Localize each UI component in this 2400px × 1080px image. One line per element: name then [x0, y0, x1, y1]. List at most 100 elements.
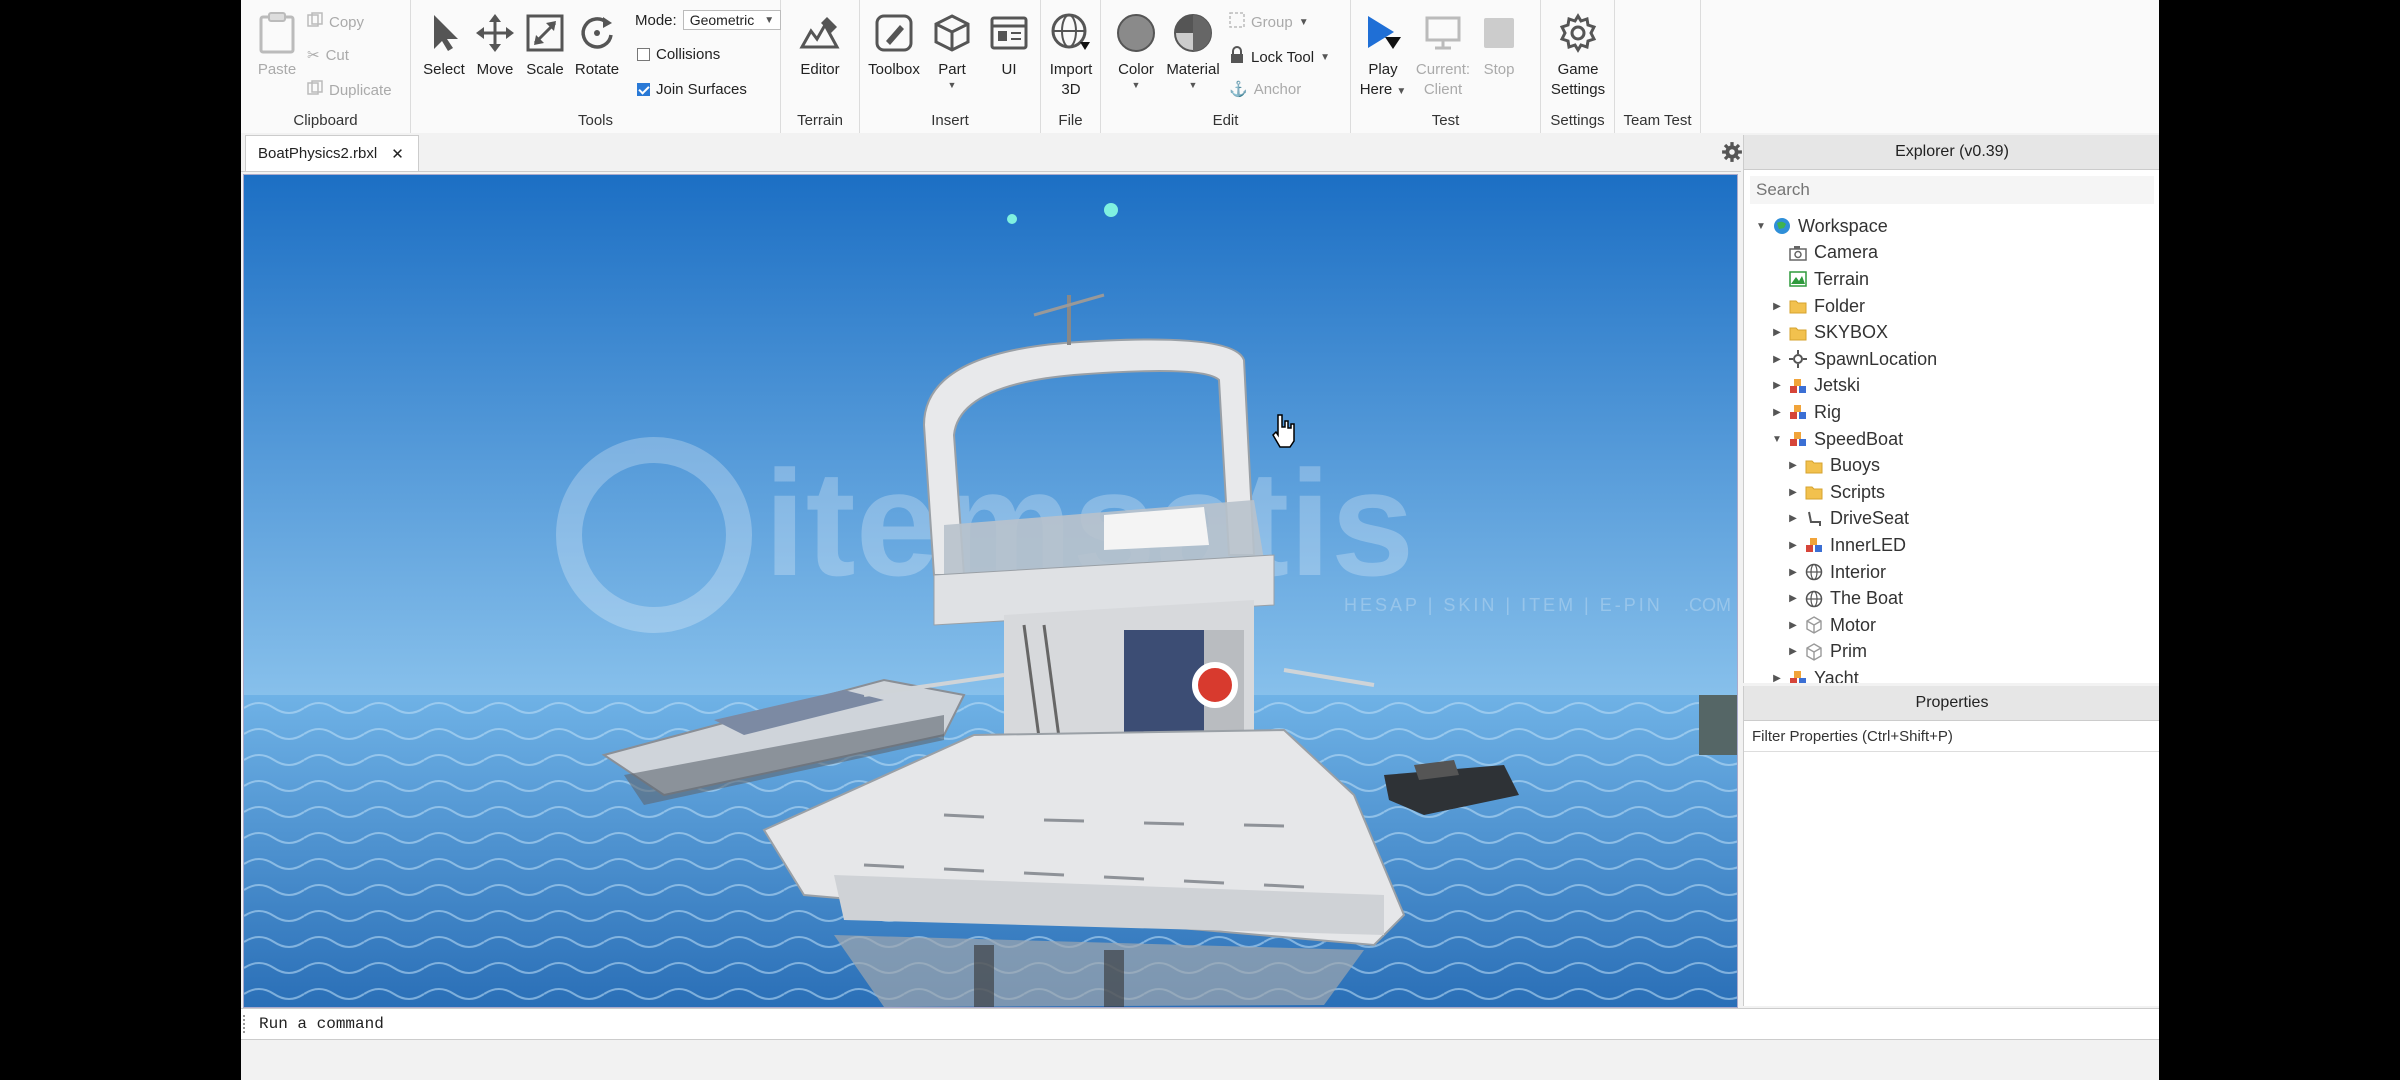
collisions-label: Collisions [656, 46, 721, 63]
current-client-button[interactable]: Current: Client [1413, 10, 1473, 100]
play-label-line1: Play [1368, 61, 1398, 78]
explorer-item-workspace[interactable]: ▼ Workspace [1744, 213, 2159, 240]
command-input[interactable]: Run a command [241, 1015, 384, 1033]
document-tab-title: BoatPhysics2.rbxl [258, 145, 378, 162]
explorer-item-label: Camera [1814, 242, 1879, 263]
game-settings-button[interactable]: Game Settings [1548, 10, 1608, 100]
explorer-item-speedboat[interactable]: ▼ SpeedBoat [1744, 426, 2159, 453]
camera-icon [1788, 243, 1808, 263]
chevron-down-icon: ▼ [947, 80, 957, 90]
rotate-label: Rotate [574, 61, 620, 78]
game-settings-label: Game Settings [1548, 60, 1608, 100]
color-button[interactable]: Color ▼ [1106, 10, 1166, 90]
import-3d-button[interactable]: Import 3D [1041, 10, 1101, 100]
mode-dropdown[interactable]: Geometric ▼ [682, 10, 782, 30]
material-icon [1170, 10, 1216, 56]
explorer-item-scripts[interactable]: ▶ Scripts [1744, 479, 2159, 506]
expand-right-icon[interactable]: ▶ [1770, 380, 1784, 391]
explorer-item-prim[interactable]: ▶ Prim [1744, 639, 2159, 666]
game-settings-line2: Settings [1550, 81, 1606, 98]
explorer-search-input[interactable] [1750, 176, 2154, 204]
expand-right-icon[interactable]: ▶ [1786, 513, 1800, 524]
explorer-item-label: Scripts [1830, 481, 1886, 502]
viewport-scene[interactable]: itemsatis HESAP | SKIN | ITEM | E-PIN .C… [244, 175, 1737, 1007]
expand-right-icon[interactable]: ▶ [1770, 327, 1784, 338]
star-light [1007, 214, 1017, 224]
explorer-item-rig[interactable]: ▶ Rig [1744, 399, 2159, 426]
explorer-item-folder[interactable]: ▶ Folder [1744, 293, 2159, 320]
explorer-item-innerled[interactable]: ▶ InnerLED [1744, 532, 2159, 559]
explorer-item-the-boat[interactable]: ▶ The Boat [1744, 585, 2159, 612]
expand-right-icon[interactable]: ▶ [1786, 620, 1800, 631]
tools-group: Select Move Scale Rotate Mode: Geometric… [411, 0, 782, 133]
expand-right-icon[interactable]: ▶ [1770, 673, 1784, 683]
terrain-editor-button[interactable]: Editor [790, 10, 850, 80]
expand-right-icon[interactable]: ▶ [1770, 301, 1784, 312]
scale-button[interactable]: Scale [515, 10, 575, 80]
explorer-item-spawnlocation[interactable]: ▶ SpawnLocation [1744, 346, 2159, 373]
explorer-item-jetski[interactable]: ▶ Jetski [1744, 373, 2159, 400]
collisions-toggle[interactable]: Collisions [637, 46, 720, 63]
collisions-checkbox[interactable] [637, 48, 650, 61]
toolbox-icon [871, 10, 917, 56]
explorer-item-yacht[interactable]: ▶ Yacht [1744, 665, 2159, 683]
viewport-settings-gear-icon[interactable] [1721, 141, 1743, 168]
clipboard-group: Paste Copy ✂ Cut Duplicate Clipboard [241, 0, 411, 133]
mesh-globe-icon [1804, 589, 1824, 609]
anchor-button[interactable]: ⚓ Anchor [1229, 80, 1301, 99]
model-icon [1788, 429, 1808, 449]
explorer-item-driveseat[interactable]: ▶ DriveSeat [1744, 506, 2159, 533]
explorer-item-skybox[interactable]: ▶ SKYBOX [1744, 319, 2159, 346]
terrain-icon [1788, 269, 1808, 289]
part-icon [1804, 642, 1824, 662]
rotate-button[interactable]: Rotate [567, 10, 627, 80]
play-here-button[interactable]: Play Here ▼ [1353, 10, 1413, 102]
toolbox-button[interactable]: Toolbox [864, 10, 924, 80]
3d-viewport[interactable]: itemsatis HESAP | SKIN | ITEM | E-PIN .C… [243, 174, 1738, 1008]
import-label: Import 3D [1041, 60, 1101, 100]
group-button[interactable]: Group ▼ [1229, 12, 1309, 32]
expand-right-icon[interactable]: ▶ [1786, 460, 1800, 471]
close-icon[interactable]: ✕ [391, 145, 404, 163]
explorer-item-motor[interactable]: ▶ Motor [1744, 612, 2159, 639]
ui-button[interactable]: UI [979, 10, 1039, 80]
expand-right-icon[interactable]: ▶ [1770, 407, 1784, 418]
paste-button[interactable]: Paste [247, 10, 307, 80]
duplicate-label: Duplicate [329, 81, 392, 99]
copy-button[interactable]: Copy [307, 12, 364, 32]
explorer-item-label: Terrain [1814, 268, 1870, 289]
part-button[interactable]: Part ▼ [922, 10, 982, 90]
expand-right-icon[interactable]: ▶ [1770, 354, 1784, 365]
expand-down-icon[interactable]: ▼ [1770, 434, 1784, 445]
explorer-item-interior[interactable]: ▶ Interior [1744, 559, 2159, 586]
join-surfaces-checkbox[interactable] [637, 83, 650, 96]
command-bar[interactable]: Run a command [241, 1008, 2159, 1040]
explorer-item-camera[interactable]: Camera [1744, 240, 2159, 267]
explorer-item-buoys[interactable]: ▶ Buoys [1744, 452, 2159, 479]
drag-grip-icon[interactable] [243, 1015, 249, 1033]
cut-label: Cut [325, 46, 349, 64]
team-test-group-label: Team Test [1623, 112, 1692, 129]
import-globe-icon [1048, 10, 1094, 56]
document-tab[interactable]: BoatPhysics2.rbxl ✕ [245, 135, 419, 171]
duplicate-button[interactable]: Duplicate [307, 80, 392, 100]
expand-right-icon[interactable]: ▶ [1786, 567, 1800, 578]
properties-filter-input[interactable]: Filter Properties (Ctrl+Shift+P) [1744, 721, 2159, 752]
file-group: Import 3D File [1041, 0, 1101, 133]
mode-selector[interactable]: Mode: Geometric ▼ [635, 10, 782, 30]
cursor-arrow-icon [421, 10, 467, 56]
expand-right-icon[interactable]: ▶ [1786, 593, 1800, 604]
cut-button[interactable]: ✂ Cut [307, 46, 349, 65]
explorer-tree: ▼ Workspace Camera Terrain ▶ Folder ▶ SKYBOX ▶ Sp… [1744, 213, 2159, 683]
chevron-down-icon: ▼ [1320, 51, 1331, 63]
lock-tool-button[interactable]: Lock Tool ▼ [1229, 46, 1330, 68]
expand-right-icon[interactable]: ▶ [1786, 487, 1800, 498]
material-button[interactable]: Material ▼ [1163, 10, 1223, 90]
join-surfaces-toggle[interactable]: Join Surfaces [637, 81, 747, 98]
expand-right-icon[interactable]: ▶ [1786, 646, 1800, 657]
explorer-item-label: The Boat [1830, 588, 1904, 609]
explorer-item-terrain[interactable]: Terrain [1744, 266, 2159, 293]
stop-button[interactable]: Stop [1469, 10, 1529, 80]
expand-right-icon[interactable]: ▶ [1786, 540, 1800, 551]
expand-down-icon[interactable]: ▼ [1754, 221, 1768, 232]
